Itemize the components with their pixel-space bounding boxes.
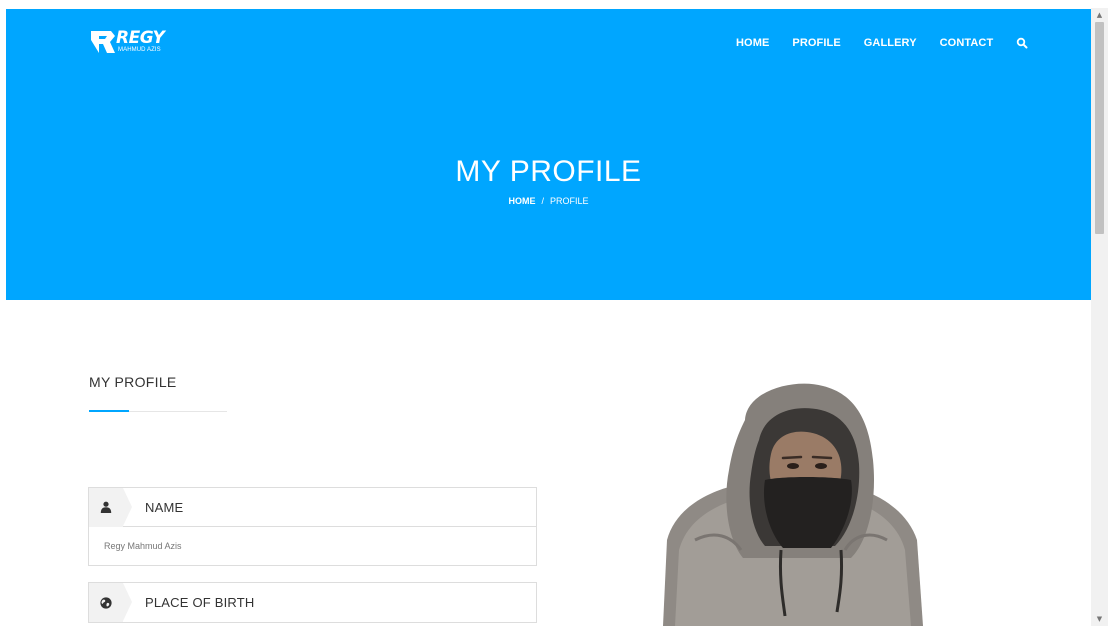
- info-label-name: NAME: [145, 499, 184, 515]
- info-label-place-of-birth: PLACE OF BIRTH: [145, 595, 255, 610]
- nav-gallery[interactable]: GALLERY: [864, 37, 917, 49]
- user-icon: [100, 501, 112, 513]
- info-icon-box: [89, 487, 132, 527]
- info-card-name: NAME Regy Mahmud Azis: [88, 487, 537, 566]
- section-title: MY PROFILE: [89, 374, 177, 390]
- scroll-down-arrow-icon[interactable]: ▼: [1091, 612, 1108, 626]
- breadcrumb: HOME / PROFILE: [6, 196, 1091, 206]
- info-icon-box: [89, 583, 132, 622]
- logo-name: REGY: [116, 28, 165, 48]
- breadcrumb-home[interactable]: HOME: [508, 196, 535, 206]
- profile-photo-image: [663, 383, 923, 626]
- globe-icon: [100, 596, 112, 609]
- search-icon[interactable]: [1016, 37, 1028, 49]
- info-card-header: PLACE OF BIRTH: [89, 583, 536, 622]
- logo-subtitle: MAHMUD AZIS: [118, 47, 161, 53]
- site-logo[interactable]: REGY MAHMUD AZIS: [91, 29, 181, 59]
- nav-home[interactable]: HOME: [736, 37, 769, 49]
- breadcrumb-current: PROFILE: [550, 196, 589, 206]
- scroll-thumb[interactable]: [1095, 22, 1104, 234]
- page-scrollbar[interactable]: ▲ ▼: [1091, 8, 1108, 626]
- nav-profile[interactable]: PROFILE: [792, 37, 840, 49]
- hero-banner: REGY MAHMUD AZIS HOME PROFILE GALLERY CO…: [6, 9, 1091, 300]
- profile-photo: [655, 380, 930, 626]
- breadcrumb-separator: /: [541, 196, 544, 206]
- info-card-header: NAME: [89, 487, 536, 527]
- scroll-up-arrow-icon[interactable]: ▲: [1091, 8, 1108, 22]
- nav-contact[interactable]: CONTACT: [940, 37, 994, 49]
- info-value-name: Regy Mahmud Azis: [104, 541, 182, 551]
- section-divider-accent: [89, 410, 129, 412]
- logo-mark-icon: [91, 31, 115, 53]
- page-title: MY PROFILE: [455, 155, 642, 188]
- main-nav: HOME PROFILE GALLERY CONTACT: [736, 37, 1028, 49]
- info-card-place-of-birth: PLACE OF BIRTH: [88, 582, 537, 623]
